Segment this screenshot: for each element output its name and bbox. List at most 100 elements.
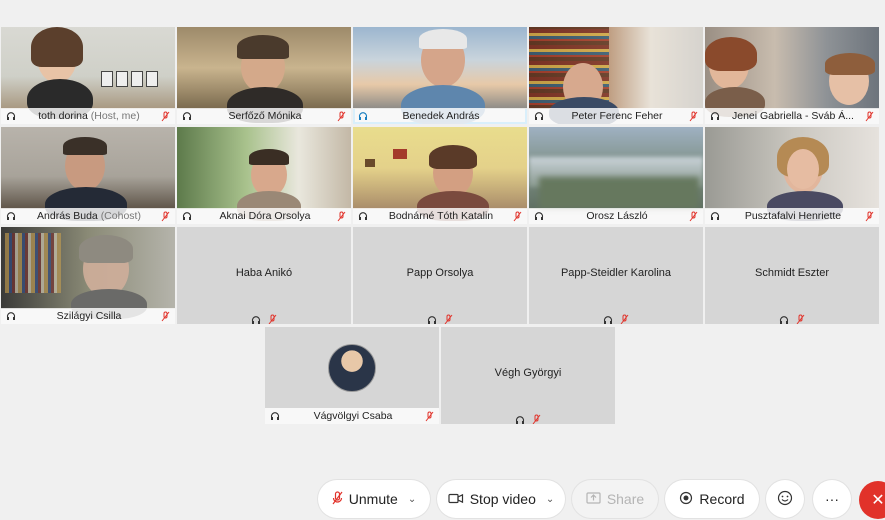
participant-video xyxy=(705,27,879,117)
record-label: Record xyxy=(699,491,745,507)
mic-muted-icon xyxy=(620,312,629,324)
participant-video xyxy=(705,127,879,221)
participant-video xyxy=(353,127,527,221)
participant-name: Vágvölgyi Csaba xyxy=(313,410,393,422)
participant-video xyxy=(529,127,703,209)
participant-tile[interactable]: Szilágyi Csilla xyxy=(1,227,175,324)
speaker-icon xyxy=(779,312,789,324)
participant-video xyxy=(1,127,175,221)
participant-tile-no-video[interactable]: Haba Anikó xyxy=(177,227,351,324)
participant-tile[interactable]: Jenei Gabriella - Sváb Á... xyxy=(705,27,879,124)
mic-muted-icon xyxy=(862,111,874,122)
participant-tile-no-video[interactable]: Papp Orsolya xyxy=(353,227,527,324)
mic-muted-icon xyxy=(158,111,170,122)
participant-video xyxy=(353,27,527,124)
participant-namebar: Szilágyi Csilla xyxy=(1,308,175,324)
participant-name: Schmidt Eszter xyxy=(755,267,829,279)
speaker-icon xyxy=(534,111,548,121)
participant-name: Bodnárné Tóth Katalin xyxy=(388,210,494,222)
speaker-icon xyxy=(358,211,372,221)
participant-video xyxy=(1,27,175,119)
speaker-icon xyxy=(182,111,196,121)
stop-video-button[interactable]: Stop video ⌄ xyxy=(437,480,565,518)
participant-tile[interactable]: toth dorina (Host, me) xyxy=(1,27,175,124)
speaker-icon xyxy=(6,111,20,121)
participant-namebar: Peter Ferenc Feher xyxy=(529,108,703,124)
participant-tile[interactable]: Orosz László xyxy=(529,127,703,224)
participant-name: Haba Anikó xyxy=(235,267,293,279)
end-meeting-button[interactable]: ✕ xyxy=(859,481,885,519)
participant-tile-active-speaker[interactable]: Benedek András xyxy=(353,27,527,124)
record-button[interactable]: Record xyxy=(665,480,759,518)
mic-muted-icon xyxy=(158,311,170,322)
unmute-button[interactable]: Unmute ⌄ xyxy=(318,480,430,518)
participant-namebar: Aknai Dóra Orsolya xyxy=(177,208,351,224)
share-screen-icon xyxy=(586,491,601,507)
participant-tile[interactable]: Serfőző Mónika xyxy=(177,27,351,124)
mic-muted-icon xyxy=(332,490,343,508)
close-icon: ✕ xyxy=(871,492,885,509)
participant-name: Végh Györgyi xyxy=(494,367,562,379)
participant-tile[interactable]: Pusztafalvi Henriette xyxy=(705,127,879,224)
participant-tile-no-video[interactable]: Schmidt Eszter xyxy=(705,227,879,324)
share-label: Share xyxy=(606,491,645,507)
mic-muted-icon xyxy=(422,411,434,422)
avatar xyxy=(328,344,376,392)
participant-tile[interactable]: Bodnárné Tóth Katalin xyxy=(353,127,527,224)
participant-name: András Buda (Cohost) xyxy=(37,210,141,222)
speaker-icon xyxy=(251,312,261,324)
mic-muted-icon xyxy=(444,312,453,324)
participant-video xyxy=(177,127,351,221)
speaker-icon xyxy=(427,312,437,324)
meeting-toolbar: Unmute ⌄ Stop video ⌄ Share Record ··· ✕ xyxy=(0,480,885,520)
speaker-active-icon xyxy=(358,111,372,121)
video-camera-icon xyxy=(448,491,464,507)
participant-video xyxy=(1,227,175,319)
participant-name: Orosz László xyxy=(586,210,648,222)
mic-muted-icon xyxy=(686,211,698,222)
participant-name: Benedek András xyxy=(402,110,480,122)
participant-namebar: Bodnárné Tóth Katalin xyxy=(353,208,527,224)
mic-muted-icon xyxy=(686,111,698,122)
participant-name: Jenei Gabriella - Sváb Á... xyxy=(732,110,854,122)
mic-muted-icon xyxy=(158,211,170,222)
participant-video xyxy=(177,27,351,123)
speaker-icon xyxy=(710,211,724,221)
participant-namebar: Benedek András xyxy=(353,108,527,124)
participant-name: Pusztafalvi Henriette xyxy=(744,210,842,222)
more-options-button[interactable]: ··· xyxy=(813,480,851,518)
chevron-down-icon[interactable]: ⌄ xyxy=(546,494,554,505)
participant-tile-no-video[interactable]: Papp-Steidler Karolina xyxy=(529,227,703,324)
participant-namebar: Serfőző Mónika xyxy=(177,108,351,124)
participant-name: Serfőző Mónika xyxy=(228,110,302,122)
participant-tile[interactable]: Peter Ferenc Feher xyxy=(529,27,703,124)
reactions-button[interactable] xyxy=(766,480,804,518)
share-button[interactable]: Share xyxy=(572,480,658,518)
mic-muted-icon xyxy=(268,312,277,324)
mic-muted-icon xyxy=(334,211,346,222)
participant-name: Papp-Steidler Karolina xyxy=(560,267,672,279)
participant-name: Aknai Dóra Orsolya xyxy=(219,210,311,222)
participant-name: Szilágyi Csilla xyxy=(56,310,122,322)
speaker-icon xyxy=(182,211,196,221)
mic-muted-icon xyxy=(510,211,522,222)
participant-tile-avatar[interactable]: Vágvölgyi Csaba xyxy=(265,327,439,424)
speaker-icon xyxy=(534,211,548,221)
speaker-icon xyxy=(710,111,724,121)
participant-namebar: Jenei Gabriella - Sváb Á... xyxy=(705,108,879,124)
participant-tile[interactable]: Aknai Dóra Orsolya xyxy=(177,127,351,224)
mic-muted-icon xyxy=(334,111,346,122)
stop-video-label: Stop video xyxy=(469,491,536,507)
chevron-down-icon[interactable]: ⌄ xyxy=(408,494,416,505)
speaker-icon xyxy=(515,412,525,424)
smiley-icon xyxy=(777,490,793,509)
participant-name: toth dorina (Host, me) xyxy=(38,110,140,122)
participant-tile-no-video[interactable]: Végh Györgyi xyxy=(441,327,615,424)
participant-namebar: toth dorina (Host, me) xyxy=(1,108,175,124)
mic-muted-icon xyxy=(796,312,805,324)
speaker-icon xyxy=(603,312,613,324)
participant-tile[interactable]: András Buda (Cohost) xyxy=(1,127,175,224)
unmute-label: Unmute xyxy=(348,491,398,507)
participant-name: Peter Ferenc Feher xyxy=(571,110,663,122)
speaker-icon xyxy=(270,411,284,421)
